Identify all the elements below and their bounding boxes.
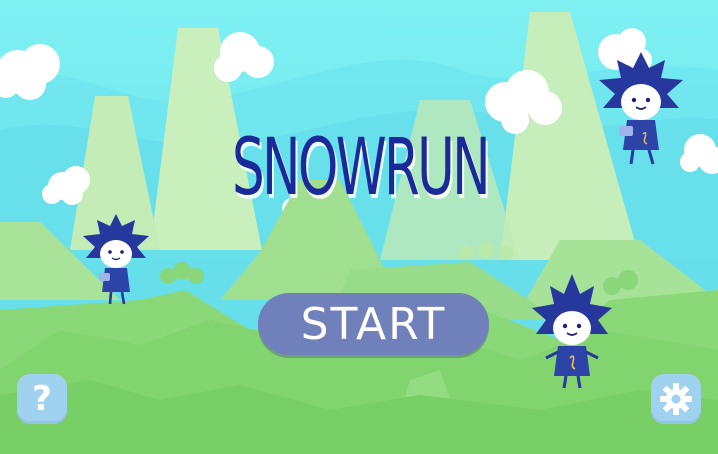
- settings-button[interactable]: [651, 374, 701, 424]
- question-mark-icon: ?: [32, 379, 52, 419]
- game-screen: SNOWRUN START ?: [0, 0, 718, 454]
- snow-character-left: [83, 214, 149, 305]
- help-button[interactable]: ?: [17, 374, 67, 424]
- snow-character-floating: [599, 52, 683, 165]
- start-button[interactable]: START: [258, 293, 489, 355]
- cloud: [214, 32, 274, 82]
- snow-character-right: [532, 274, 612, 389]
- game-title: SNOWRUN: [231, 123, 491, 213]
- gear-icon: [660, 383, 692, 415]
- start-button-label: START: [300, 298, 447, 350]
